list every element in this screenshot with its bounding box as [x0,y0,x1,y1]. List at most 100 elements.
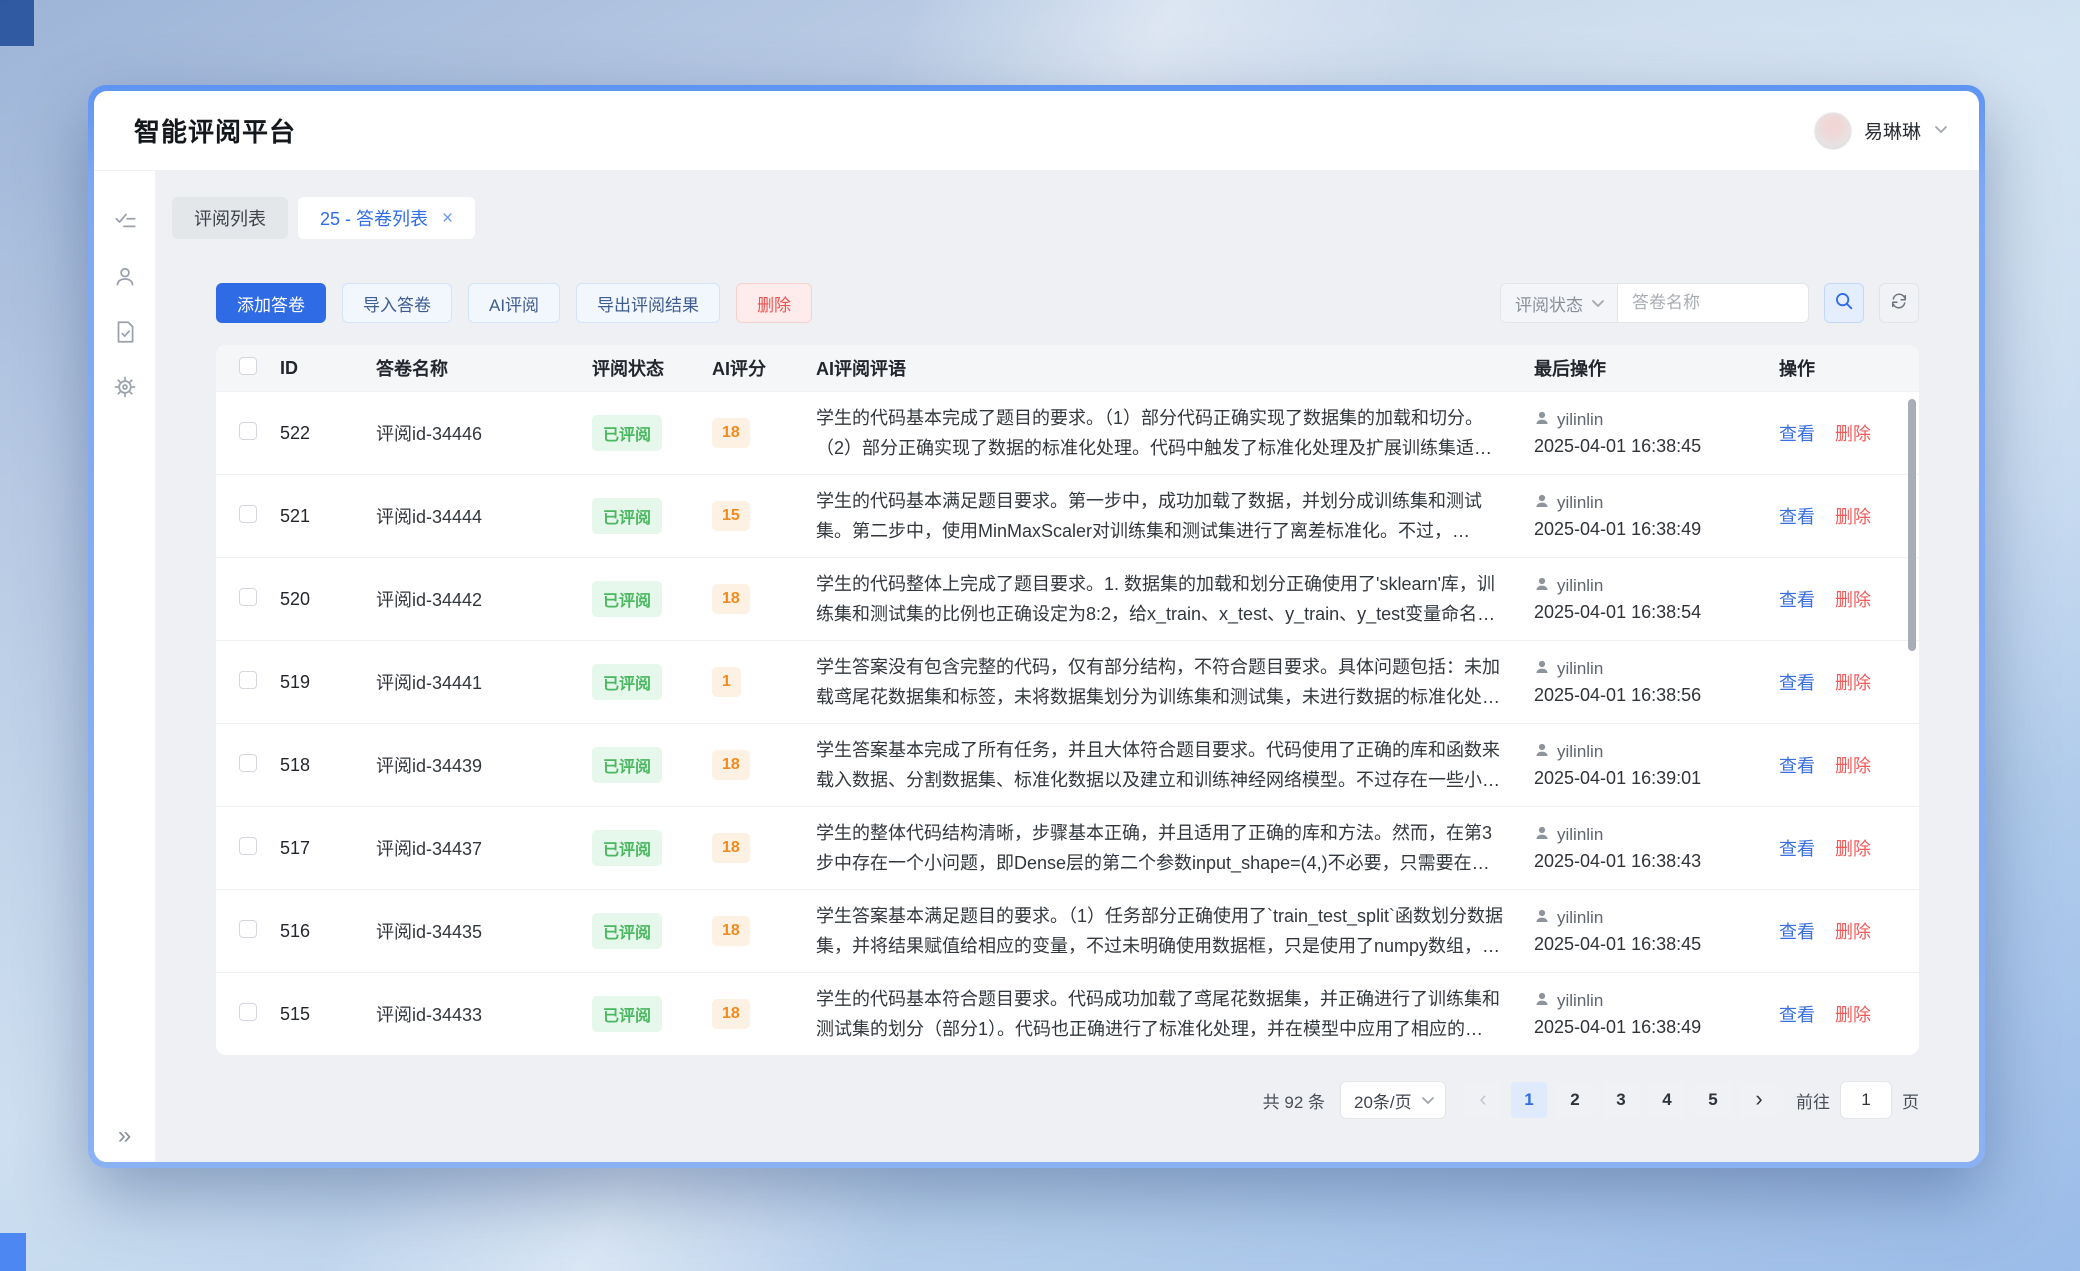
gear-icon [112,374,138,405]
row-comment: 学生的代码基本完成了题目的要求。（1）部分代码正确实现了数据集的加载和切分。（2… [816,403,1534,463]
delete-link[interactable]: 删除 [1835,586,1871,612]
user-name: 易琳琳 [1864,117,1921,144]
row-last-operation: yilinlin 2025-04-01 16:38:49 [1534,493,1779,540]
col-last-op: 最后操作 [1534,355,1779,381]
sidebar-item-users[interactable] [112,266,138,292]
row-checkbox[interactable] [239,422,257,440]
ai-review-button[interactable]: AI评阅 [468,283,560,323]
document-check-icon [112,319,138,350]
page-button-4[interactable]: 4 [1649,1082,1685,1118]
search-button[interactable] [1824,283,1864,323]
close-icon[interactable]: × [442,209,453,228]
col-actions: 操作 [1779,355,1919,381]
status-badge: 已评阅 [592,664,662,700]
delete-link[interactable]: 删除 [1835,503,1871,529]
table-row: 520 评阅id-34442 已评阅 18 学生的代码整体上完成了题目要求。1.… [216,557,1919,640]
col-name: 答卷名称 [376,355,592,381]
row-checkbox[interactable] [239,920,257,938]
row-last-operation: yilinlin 2025-04-01 16:38:45 [1534,410,1779,457]
row-checkbox[interactable] [239,837,257,855]
scrollbar-thumb[interactable] [1908,399,1916,651]
score-badge: 18 [712,418,750,448]
view-link[interactable]: 查看 [1779,835,1815,861]
next-page-button[interactable]: › [1741,1082,1777,1118]
view-link[interactable]: 查看 [1779,669,1815,695]
search-input[interactable] [1617,283,1809,323]
row-name: 评阅id-34444 [376,503,592,529]
page-button-1[interactable]: 1 [1511,1082,1547,1118]
page-button-3[interactable]: 3 [1603,1082,1639,1118]
page-button-5[interactable]: 5 [1695,1082,1731,1118]
view-link[interactable]: 查看 [1779,752,1815,778]
row-checkbox[interactable] [239,505,257,523]
row-name: 评阅id-34439 [376,752,592,778]
tab-answer-sheet-list[interactable]: 25 - 答卷列表 × [298,197,475,239]
row-id: 518 [280,755,376,776]
row-comment: 学生的代码整体上完成了题目要求。1. 数据集的加载和划分正确使用了'sklear… [816,569,1534,629]
person-icon [1534,493,1550,514]
row-name: 评阅id-34435 [376,918,592,944]
row-last-operation: yilinlin 2025-04-01 16:38:45 [1534,908,1779,955]
score-badge: 18 [712,999,750,1029]
operator-name: yilinlin [1557,410,1603,430]
status-badge: 已评阅 [592,913,662,949]
sidebar-item-papers[interactable] [112,321,138,347]
row-checkbox[interactable] [239,754,257,772]
checklist-icon [112,209,138,240]
delete-link[interactable]: 删除 [1835,835,1871,861]
prev-page-button[interactable]: ‹ [1465,1082,1501,1118]
delete-link[interactable]: 删除 [1835,669,1871,695]
delete-link[interactable]: 删除 [1835,1001,1871,1027]
toolbar: 添加答卷 导入答卷 AI评阅 导出评阅结果 删除 评阅状态 [216,283,1919,323]
col-id: ID [280,358,376,379]
col-comment: AI评阅评语 [816,355,1534,381]
delete-button[interactable]: 删除 [736,283,812,323]
select-all-checkbox[interactable] [239,357,257,375]
view-link[interactable]: 查看 [1779,586,1815,612]
status-badge: 已评阅 [592,415,662,451]
view-link[interactable]: 查看 [1779,420,1815,446]
table-row: 516 评阅id-34435 已评阅 18 学生答案基本满足题目的要求。（1）任… [216,889,1919,972]
row-checkbox[interactable] [239,588,257,606]
operator-name: yilinlin [1557,493,1603,513]
user-menu[interactable]: 易琳琳 [1814,112,1949,150]
row-id: 519 [280,672,376,693]
add-answer-button[interactable]: 添加答卷 [216,283,326,323]
sidebar-item-settings[interactable] [112,376,138,402]
table-row: 517 评阅id-34437 已评阅 18 学生的整体代码结构清晰，步骤基本正确… [216,806,1919,889]
review-status-select[interactable]: 评阅状态 [1500,283,1618,323]
sidebar-collapse-icon[interactable]: » [94,1124,155,1148]
operation-time: 2025-04-01 16:38:54 [1534,602,1769,623]
sidebar-item-review-list[interactable] [112,211,138,237]
row-name: 评阅id-34446 [376,420,592,446]
view-link[interactable]: 查看 [1779,1001,1815,1027]
avatar [1814,112,1852,150]
goto-page-input[interactable] [1840,1081,1892,1119]
person-icon [1534,576,1550,597]
delete-link[interactable]: 删除 [1835,918,1871,944]
tab-review-list[interactable]: 评阅列表 [172,197,288,239]
page-size-select[interactable]: 20条/页 [1340,1081,1446,1119]
status-badge: 已评阅 [592,498,662,534]
answers-table: ID 答卷名称 评阅状态 AI评分 AI评阅评语 最后操作 操作 522 评阅i… [216,345,1919,1055]
chevron-down-icon [1933,122,1949,140]
row-checkbox[interactable] [239,1003,257,1021]
refresh-icon [1889,291,1909,316]
view-link[interactable]: 查看 [1779,503,1815,529]
view-link[interactable]: 查看 [1779,918,1815,944]
operator-name: yilinlin [1557,576,1603,596]
import-answer-button[interactable]: 导入答卷 [342,283,452,323]
delete-link[interactable]: 删除 [1835,420,1871,446]
operation-time: 2025-04-01 16:38:49 [1534,1017,1769,1038]
operator-name: yilinlin [1557,825,1603,845]
main-pane: 添加答卷 导入答卷 AI评阅 导出评阅结果 删除 评阅状态 [156,239,1979,1162]
row-name: 评阅id-34441 [376,669,592,695]
table-scrollbar[interactable] [1908,397,1916,1045]
row-checkbox[interactable] [239,671,257,689]
table-row: 518 评阅id-34439 已评阅 18 学生答案基本完成了所有任务，并且大体… [216,723,1919,806]
refresh-button[interactable] [1879,283,1919,323]
delete-link[interactable]: 删除 [1835,752,1871,778]
export-results-button[interactable]: 导出评阅结果 [576,283,720,323]
row-comment: 学生的整体代码结构清晰，步骤基本正确，并且适用了正确的库和方法。然而，在第3步中… [816,818,1534,878]
page-button-2[interactable]: 2 [1557,1082,1593,1118]
